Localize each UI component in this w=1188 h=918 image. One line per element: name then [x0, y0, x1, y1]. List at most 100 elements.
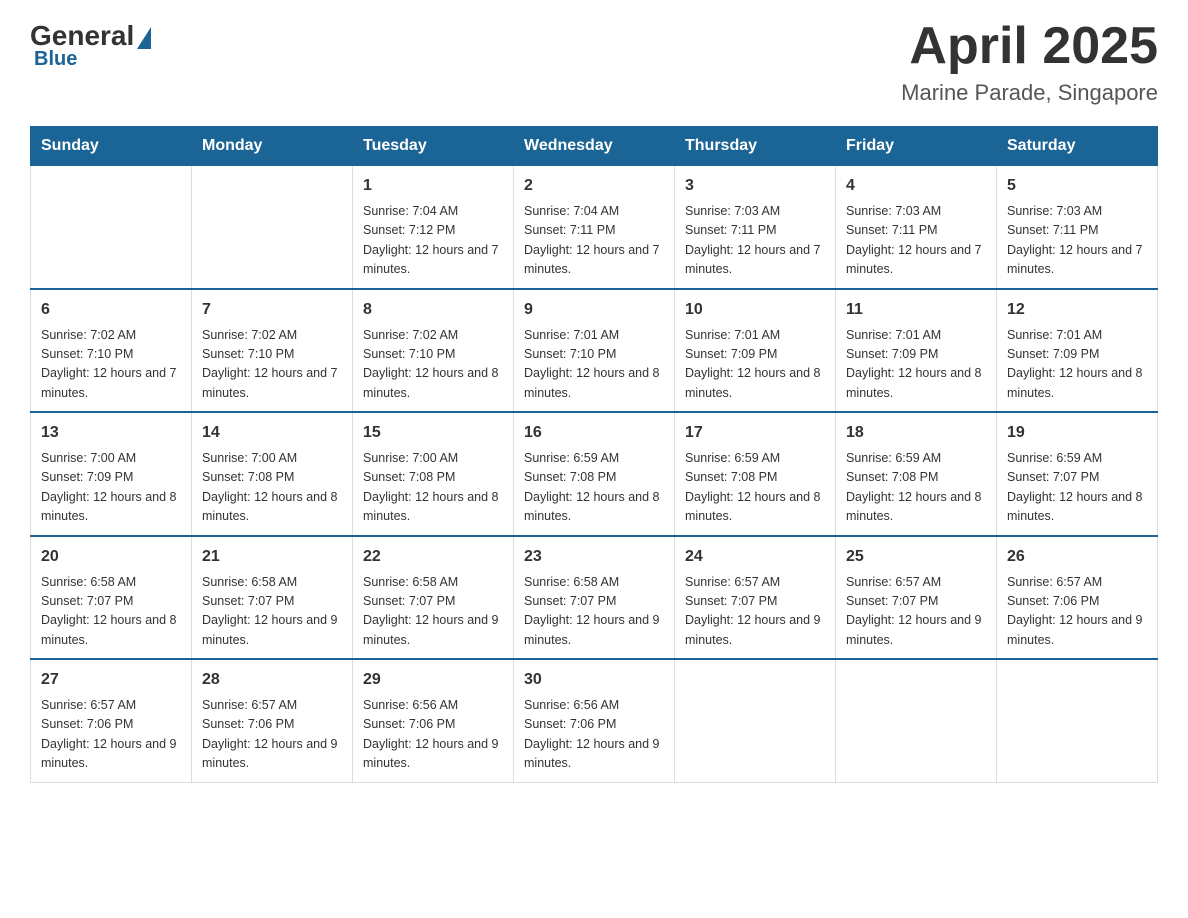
- calendar-cell: 10 Sunrise: 7:01 AM Sunset: 7:09 PM Dayli…: [675, 289, 836, 413]
- calendar-cell: 8Sunrise: 7:02 AM Sunset: 7:10 PM Daylig…: [353, 289, 514, 413]
- day-number: 8: [363, 298, 503, 322]
- calendar-cell: 14Sunrise: 7:00 AM Sunset: 7:08 PM Dayli…: [192, 412, 353, 536]
- day-number: 1: [363, 174, 503, 198]
- header-monday: Monday: [192, 127, 353, 166]
- calendar-cell: 23Sunrise: 6:58 AM Sunset: 7:07 PM Dayli…: [514, 536, 675, 660]
- day-number: 16: [524, 421, 664, 445]
- calendar-week-row: 27 Sunrise: 6:57 AM Sunset: 7:06 PM Dayli…: [31, 659, 1158, 782]
- calendar-cell: 13Sunrise: 7:00 AM Sunset: 7:09 PM Dayli…: [31, 412, 192, 536]
- day-number: 10: [685, 298, 825, 322]
- logo-triangle-icon: [137, 27, 151, 49]
- day-info: Sunrise: 6:57 AM Sunset: 7:06 PM Dayligh…: [202, 696, 342, 774]
- day-number: 4: [846, 174, 986, 198]
- calendar-cell: 25Sunrise: 6:57 AM Sunset: 7:07 PM Dayli…: [836, 536, 997, 660]
- calendar-cell: 5 Sunrise: 7:03 AM Sunset: 7:11 PM Daylig…: [997, 166, 1158, 289]
- day-info: Sunrise: 6:56 AM Sunset: 7:06 PM Dayligh…: [524, 696, 664, 774]
- day-info: Sunrise: 7:02 AM Sunset: 7:10 PM Dayligh…: [202, 326, 342, 404]
- calendar-cell: 4 Sunrise: 7:03 AM Sunset: 7:11 PM Daylig…: [836, 166, 997, 289]
- calendar-cell: 18 Sunrise: 6:59 AM Sunset: 7:08 PM Dayli…: [836, 412, 997, 536]
- calendar-cell: 26Sunrise: 6:57 AM Sunset: 7:06 PM Dayli…: [997, 536, 1158, 660]
- day-info: Sunrise: 7:00 AM Sunset: 7:08 PM Dayligh…: [202, 449, 342, 527]
- day-number: 2: [524, 174, 664, 198]
- location-subtitle: Marine Parade, Singapore: [901, 80, 1158, 106]
- logo-blue-text: Blue: [34, 48, 77, 71]
- day-info: Sunrise: 6:59 AM Sunset: 7:08 PM Dayligh…: [846, 449, 986, 527]
- calendar-cell: 3Sunrise: 7:03 AM Sunset: 7:11 PM Daylig…: [675, 166, 836, 289]
- day-number: 15: [363, 421, 503, 445]
- day-info: Sunrise: 7:03 AM Sunset: 7:11 PM Dayligh…: [1007, 202, 1147, 280]
- header-saturday: Saturday: [997, 127, 1158, 166]
- day-number: 21: [202, 545, 342, 569]
- day-info: Sunrise: 7:01 AM Sunset: 7:10 PM Dayligh…: [524, 326, 664, 404]
- day-info: Sunrise: 6:57 AM Sunset: 7:07 PM Dayligh…: [685, 573, 825, 651]
- day-info: Sunrise: 6:59 AM Sunset: 7:08 PM Dayligh…: [685, 449, 825, 527]
- day-info: Sunrise: 7:00 AM Sunset: 7:08 PM Dayligh…: [363, 449, 503, 527]
- day-info: Sunrise: 7:03 AM Sunset: 7:11 PM Dayligh…: [846, 202, 986, 280]
- day-info: Sunrise: 7:01 AM Sunset: 7:09 PM Dayligh…: [1007, 326, 1147, 404]
- day-number: 30: [524, 668, 664, 692]
- header-friday: Friday: [836, 127, 997, 166]
- calendar-cell: 9 Sunrise: 7:01 AM Sunset: 7:10 PM Daylig…: [514, 289, 675, 413]
- day-info: Sunrise: 6:58 AM Sunset: 7:07 PM Dayligh…: [41, 573, 181, 651]
- calendar-cell: 12 Sunrise: 7:01 AM Sunset: 7:09 PM Dayli…: [997, 289, 1158, 413]
- day-number: 23: [524, 545, 664, 569]
- calendar-cell: 28 Sunrise: 6:57 AM Sunset: 7:06 PM Dayli…: [192, 659, 353, 782]
- day-number: 6: [41, 298, 181, 322]
- calendar-cell: 29 Sunrise: 6:56 AM Sunset: 7:06 PM Dayli…: [353, 659, 514, 782]
- calendar-cell: [31, 166, 192, 289]
- day-number: 26: [1007, 545, 1147, 569]
- day-number: 20: [41, 545, 181, 569]
- day-number: 28: [202, 668, 342, 692]
- calendar-cell: 6 Sunrise: 7:02 AM Sunset: 7:10 PM Daylig…: [31, 289, 192, 413]
- day-info: Sunrise: 7:04 AM Sunset: 7:11 PM Dayligh…: [524, 202, 664, 280]
- calendar-cell: [192, 166, 353, 289]
- calendar-cell: 17 Sunrise: 6:59 AM Sunset: 7:08 PM Dayli…: [675, 412, 836, 536]
- calendar-cell: 1 Sunrise: 7:04 AM Sunset: 7:12 PM Daylig…: [353, 166, 514, 289]
- calendar-week-row: 20 Sunrise: 6:58 AM Sunset: 7:07 PM Dayli…: [31, 536, 1158, 660]
- header-thursday: Thursday: [675, 127, 836, 166]
- calendar-cell: 11 Sunrise: 7:01 AM Sunset: 7:09 PM Dayli…: [836, 289, 997, 413]
- day-info: Sunrise: 6:59 AM Sunset: 7:08 PM Dayligh…: [524, 449, 664, 527]
- day-info: Sunrise: 7:01 AM Sunset: 7:09 PM Dayligh…: [846, 326, 986, 404]
- day-info: Sunrise: 6:58 AM Sunset: 7:07 PM Dayligh…: [202, 573, 342, 651]
- calendar-week-row: 1 Sunrise: 7:04 AM Sunset: 7:12 PM Daylig…: [31, 166, 1158, 289]
- calendar-week-row: 6 Sunrise: 7:02 AM Sunset: 7:10 PM Daylig…: [31, 289, 1158, 413]
- day-number: 17: [685, 421, 825, 445]
- day-number: 3: [685, 174, 825, 198]
- calendar-cell: 27 Sunrise: 6:57 AM Sunset: 7:06 PM Dayli…: [31, 659, 192, 782]
- day-info: Sunrise: 6:59 AM Sunset: 7:07 PM Dayligh…: [1007, 449, 1147, 527]
- title-section: April 2025 Marine Parade, Singapore: [901, 20, 1158, 106]
- day-number: 29: [363, 668, 503, 692]
- day-info: Sunrise: 7:02 AM Sunset: 7:10 PM Dayligh…: [41, 326, 181, 404]
- day-info: Sunrise: 6:57 AM Sunset: 7:06 PM Dayligh…: [41, 696, 181, 774]
- calendar-cell: 22Sunrise: 6:58 AM Sunset: 7:07 PM Dayli…: [353, 536, 514, 660]
- calendar-cell: 7 Sunrise: 7:02 AM Sunset: 7:10 PM Daylig…: [192, 289, 353, 413]
- day-number: 7: [202, 298, 342, 322]
- day-info: Sunrise: 7:01 AM Sunset: 7:09 PM Dayligh…: [685, 326, 825, 404]
- day-info: Sunrise: 6:58 AM Sunset: 7:07 PM Dayligh…: [363, 573, 503, 651]
- calendar-table: Sunday Monday Tuesday Wednesday Thursday…: [30, 126, 1158, 783]
- day-number: 25: [846, 545, 986, 569]
- calendar-cell: 20 Sunrise: 6:58 AM Sunset: 7:07 PM Dayli…: [31, 536, 192, 660]
- calendar-cell: 15 Sunrise: 7:00 AM Sunset: 7:08 PM Dayli…: [353, 412, 514, 536]
- calendar-cell: 30 Sunrise: 6:56 AM Sunset: 7:06 PM Dayli…: [514, 659, 675, 782]
- calendar-cell: 21 Sunrise: 6:58 AM Sunset: 7:07 PM Dayli…: [192, 536, 353, 660]
- calendar-header-row: Sunday Monday Tuesday Wednesday Thursday…: [31, 127, 1158, 166]
- calendar-cell: 16 Sunrise: 6:59 AM Sunset: 7:08 PM Dayli…: [514, 412, 675, 536]
- day-number: 19: [1007, 421, 1147, 445]
- calendar-cell: 2 Sunrise: 7:04 AM Sunset: 7:11 PM Daylig…: [514, 166, 675, 289]
- calendar-cell: [997, 659, 1158, 782]
- day-number: 11: [846, 298, 986, 322]
- day-number: 18: [846, 421, 986, 445]
- day-info: Sunrise: 6:56 AM Sunset: 7:06 PM Dayligh…: [363, 696, 503, 774]
- page-header: General Blue April 2025 Marine Parade, S…: [30, 20, 1158, 106]
- day-number: 12: [1007, 298, 1147, 322]
- calendar-week-row: 13Sunrise: 7:00 AM Sunset: 7:09 PM Dayli…: [31, 412, 1158, 536]
- day-number: 9: [524, 298, 664, 322]
- month-title: April 2025: [901, 20, 1158, 72]
- day-info: Sunrise: 7:04 AM Sunset: 7:12 PM Dayligh…: [363, 202, 503, 280]
- day-info: Sunrise: 7:00 AM Sunset: 7:09 PM Dayligh…: [41, 449, 181, 527]
- day-number: 5: [1007, 174, 1147, 198]
- calendar-cell: [675, 659, 836, 782]
- day-number: 27: [41, 668, 181, 692]
